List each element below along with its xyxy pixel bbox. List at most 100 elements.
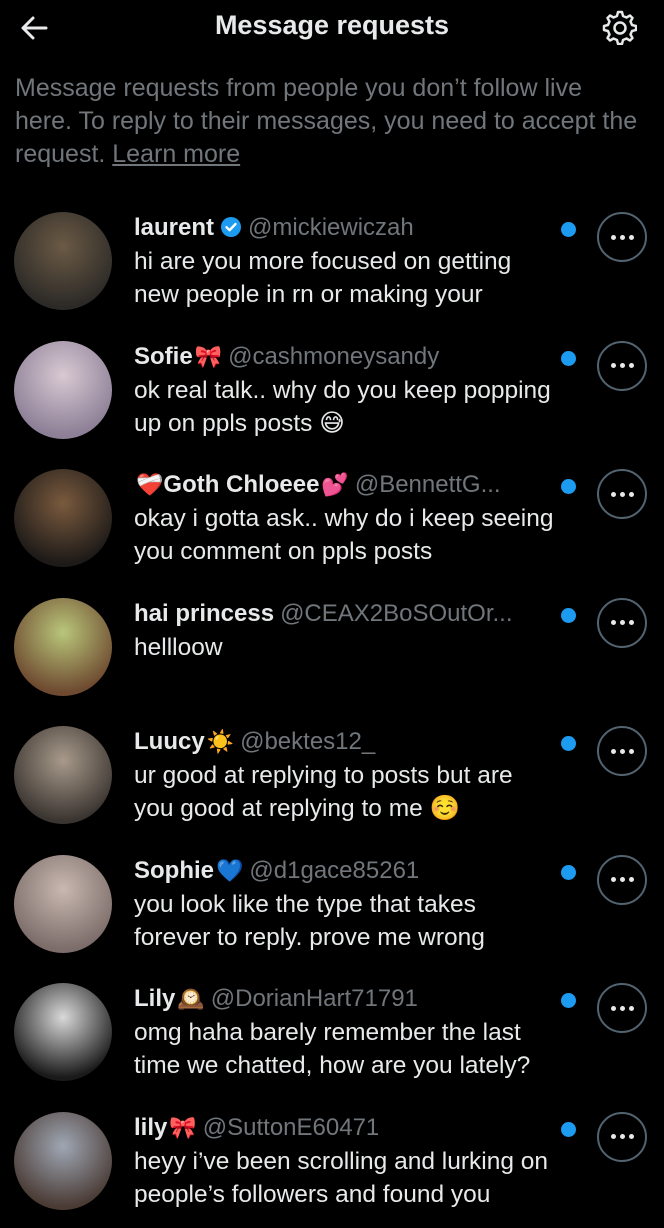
request-row[interactable]: Sophie💙@d1gace85261you look like the typ…: [0, 843, 664, 972]
request-header: laurent @mickiewiczah: [134, 211, 554, 245]
avatar[interactable]: [14, 212, 112, 310]
avatar[interactable]: [14, 726, 112, 824]
more-options-button[interactable]: [597, 1112, 647, 1162]
request-row[interactable]: Sofie🎀@cashmoneysandyok real talk.. why …: [0, 329, 664, 458]
more-dots-icon: [611, 363, 616, 368]
learn-more-link[interactable]: Learn more: [112, 140, 240, 168]
gear-icon: [601, 9, 637, 45]
request-header: Lily🕰️@DorianHart71791: [134, 982, 554, 1016]
settings-button[interactable]: [600, 8, 638, 46]
page-title: Message requests: [0, 10, 664, 41]
request-header: Sophie💙@d1gace85261: [134, 854, 554, 888]
name-prefix-emoji: ❤️‍🩹: [136, 472, 163, 497]
user-handle: @mickiewiczah: [248, 214, 414, 241]
more-dots-icon: [611, 235, 616, 240]
request-row[interactable]: ❤️‍🩹Goth Chloeee💕 @BennettG... okay i gott…: [0, 457, 664, 586]
request-row[interactable]: lily🎀@SuttonE60471heyy i’ve been scrolli…: [0, 1100, 664, 1228]
request-row[interactable]: hai princess@CEAX2BoSOutOr...hellloow: [0, 586, 664, 715]
more-dots-icon: [611, 1006, 616, 1011]
name-emoji: ☀️: [207, 729, 234, 754]
more-dots-icon: [620, 492, 625, 497]
message-preview: omg haha barely remember the last time w…: [134, 1016, 554, 1082]
more-dots-icon: [629, 749, 634, 754]
request-header: Luucy☀️@bektes12_: [134, 725, 554, 759]
message-preview: hellloow: [134, 631, 554, 664]
display-name: laurent: [134, 214, 214, 241]
request-row[interactable]: laurent @mickiewiczah hi are you more focu…: [0, 200, 664, 329]
message-preview: ur good at replying to posts but are you…: [134, 759, 554, 825]
unread-indicator: [561, 222, 576, 237]
display-name: lily: [134, 1114, 167, 1141]
unread-indicator: [561, 479, 576, 494]
unread-indicator: [561, 993, 576, 1008]
more-dots-icon: [620, 877, 625, 882]
message-preview: heyy i’ve been scrolling and lurking on …: [134, 1145, 554, 1211]
message-preview: hi are you more focused on getting new p…: [134, 245, 554, 311]
more-dots-icon: [611, 877, 616, 882]
intro-text: Message requests from people you don’t f…: [15, 72, 645, 171]
request-content: Lily🕰️@DorianHart71791omg haha barely re…: [134, 982, 554, 1082]
user-handle: @d1gace85261: [249, 857, 419, 884]
more-dots-icon: [611, 749, 616, 754]
request-content: Sophie💙@d1gace85261you look like the typ…: [134, 854, 554, 954]
display-name: Sofie: [134, 343, 193, 370]
unread-indicator: [561, 736, 576, 751]
top-bar: Message requests: [0, 0, 664, 56]
more-options-button[interactable]: [597, 855, 647, 905]
more-options-button[interactable]: [597, 212, 647, 262]
more-options-button[interactable]: [597, 726, 647, 776]
user-handle: @CEAX2BoSOutOr...: [280, 600, 512, 627]
user-handle: @bektes12_: [240, 728, 375, 755]
avatar[interactable]: [14, 983, 112, 1081]
request-content: Sofie🎀@cashmoneysandyok real talk.. why …: [134, 340, 554, 440]
request-header: ❤️‍🩹Goth Chloeee💕 @BennettG...: [134, 468, 554, 502]
display-name: Sophie: [134, 857, 214, 884]
request-row[interactable]: Luucy☀️@bektes12_ur good at replying to …: [0, 714, 664, 843]
more-dots-icon: [629, 363, 634, 368]
request-header: hai princess@CEAX2BoSOutOr...: [134, 597, 554, 631]
display-name: Luucy: [134, 728, 205, 755]
request-row[interactable]: Lily🕰️@DorianHart71791omg haha barely re…: [0, 971, 664, 1100]
message-request-list: laurent @mickiewiczah hi are you more focu…: [0, 200, 664, 1228]
more-dots-icon: [629, 492, 634, 497]
name-emoji: 💙: [216, 858, 243, 883]
more-dots-icon: [620, 363, 625, 368]
message-preview: ok real talk.. why do you keep popping u…: [134, 374, 554, 440]
intro-description: Message requests from people you don’t f…: [15, 74, 637, 168]
request-header: lily🎀@SuttonE60471: [134, 1111, 554, 1145]
message-preview: okay i gotta ask.. why do i keep seeing …: [134, 502, 554, 568]
avatar[interactable]: [14, 469, 112, 567]
request-content: Luucy☀️@bektes12_ur good at replying to …: [134, 725, 554, 825]
avatar[interactable]: [14, 855, 112, 953]
user-handle: @cashmoneysandy: [228, 343, 439, 370]
more-dots-icon: [620, 1134, 625, 1139]
more-options-button[interactable]: [597, 983, 647, 1033]
unread-indicator: [561, 1122, 576, 1137]
avatar[interactable]: [14, 341, 112, 439]
more-options-button[interactable]: [597, 341, 647, 391]
user-handle: @BennettG...: [355, 471, 501, 498]
more-dots-icon: [629, 235, 634, 240]
display-name: hai princess: [134, 600, 274, 627]
more-dots-icon: [629, 1006, 634, 1011]
display-name: Goth Chloeee: [163, 471, 319, 498]
request-content: ❤️‍🩹Goth Chloeee💕 @BennettG... okay i gott…: [134, 468, 554, 568]
more-dots-icon: [611, 1134, 616, 1139]
unread-indicator: [561, 608, 576, 623]
more-dots-icon: [629, 1134, 634, 1139]
avatar[interactable]: [14, 598, 112, 696]
request-content: lily🎀@SuttonE60471heyy i’ve been scrolli…: [134, 1111, 554, 1211]
request-header: Sofie🎀@cashmoneysandy: [134, 340, 554, 374]
more-dots-icon: [611, 492, 616, 497]
name-emoji: 💕: [321, 472, 348, 497]
more-options-button[interactable]: [597, 598, 647, 648]
user-handle: @DorianHart71791: [211, 985, 418, 1012]
avatar[interactable]: [14, 1112, 112, 1210]
user-handle: @SuttonE60471: [203, 1114, 380, 1141]
more-dots-icon: [620, 620, 625, 625]
more-options-button[interactable]: [597, 469, 647, 519]
more-dots-icon: [620, 749, 625, 754]
more-dots-icon: [620, 235, 625, 240]
request-content: laurent @mickiewiczah hi are you more focu…: [134, 211, 554, 311]
request-content: hai princess@CEAX2BoSOutOr...hellloow: [134, 597, 554, 664]
